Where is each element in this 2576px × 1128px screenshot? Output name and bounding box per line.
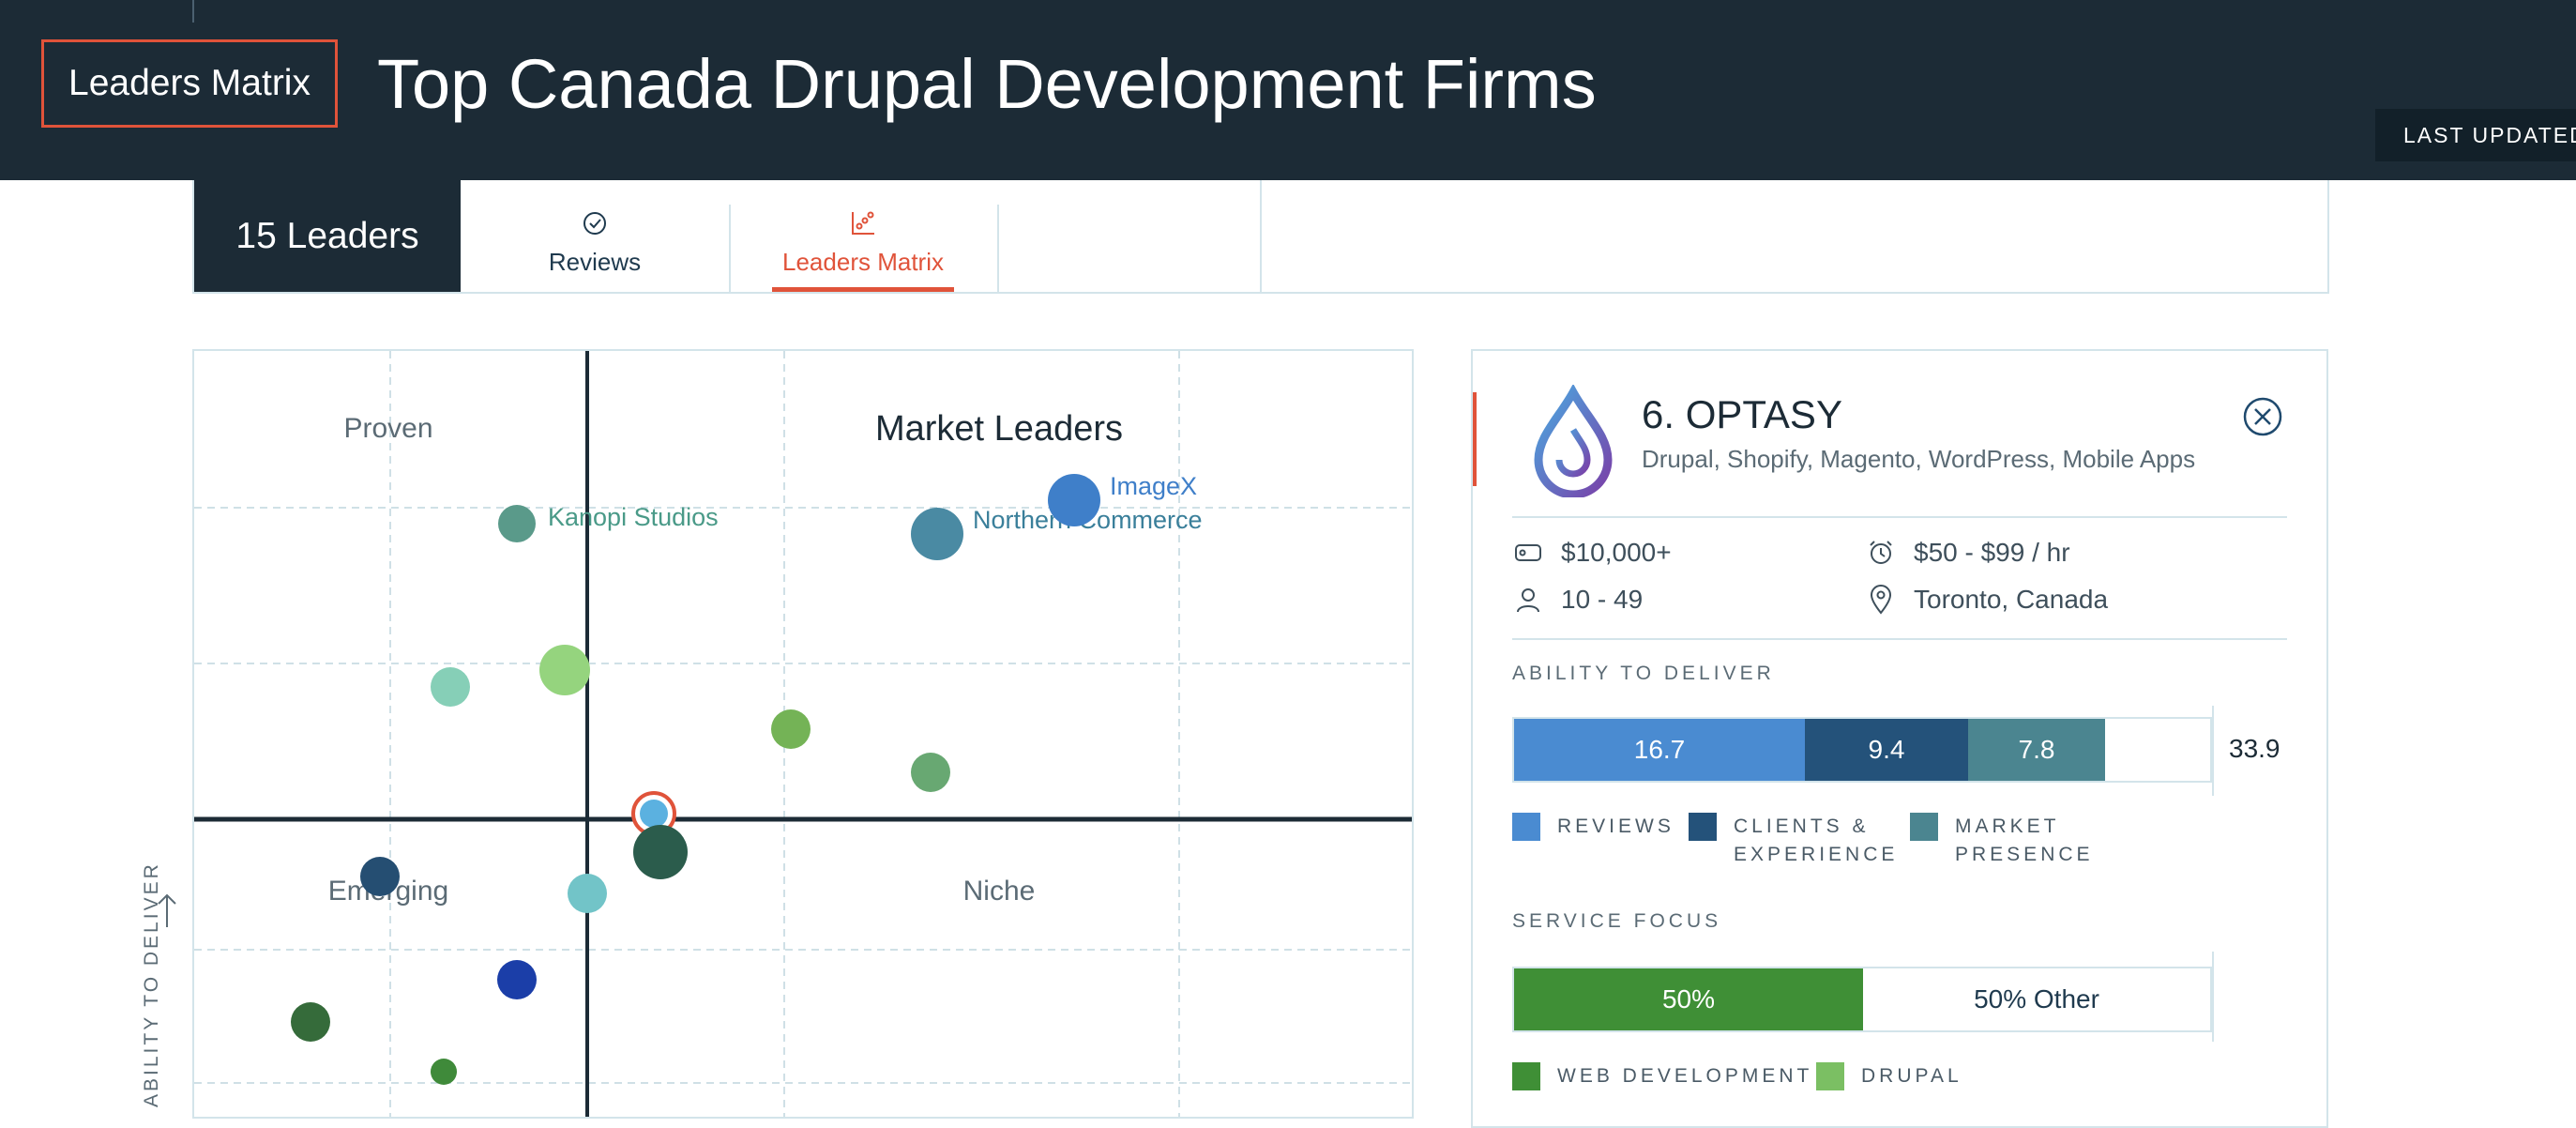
stat-employees-value: 10 - 49: [1561, 585, 1644, 614]
tab-reviews[interactable]: Reviews: [461, 205, 731, 292]
ability-section-title: ABILITY TO DELIVER: [1512, 663, 1775, 684]
leaders-matrix-chart: Proven Market Leaders Emerging Niche Kan…: [192, 349, 1414, 1119]
company-detail-card: 6. OPTASY Drupal, Shopify, Magento, Word…: [1471, 349, 2328, 1128]
service-focus-bar: 50% 50% Other: [1512, 967, 2212, 1032]
focus-section-title: SERVICE FOCUS: [1512, 910, 1722, 932]
ability-bar: 16.7 9.4 7.8: [1512, 717, 2212, 783]
matrix-point[interactable]: [568, 874, 607, 913]
point-label-kanopi-studios[interactable]: Kanopi Studios: [548, 503, 719, 531]
stat-hourly-rate: $50 - $99 / hr: [1865, 537, 2070, 569]
quadrant-market-leaders-label: Market Leaders: [875, 409, 1123, 449]
tab-spacer: [997, 180, 1262, 292]
stat-min-project-value: $10,000+: [1561, 538, 1672, 567]
check-circle-icon: [582, 208, 608, 238]
tab-bar: 15 Leaders Reviews Leaders Matrix: [192, 180, 2329, 294]
legend-market: MARKET PRESENCE: [1910, 813, 2094, 869]
matrix-point[interactable]: [431, 667, 470, 707]
legend-swatch: [1689, 813, 1717, 841]
quadrant-proven-label: Proven: [343, 413, 432, 444]
matrix-point-optasy-selected[interactable]: [640, 800, 668, 828]
optasy-logo: [1534, 385, 1613, 497]
matrix-point[interactable]: [431, 1059, 457, 1085]
matrix-point[interactable]: [633, 825, 688, 879]
user-icon: [1512, 584, 1544, 616]
point-label-imagex[interactable]: ImageX: [1110, 472, 1197, 500]
company-name: 6. OPTASY: [1642, 392, 1842, 436]
legend-swatch: [1910, 813, 1938, 841]
tab-leaders-matrix[interactable]: Leaders Matrix: [729, 205, 999, 292]
legend-web-dev-label: WEB DEVELOPMENT: [1557, 1065, 1813, 1087]
legend-web-development: WEB DEVELOPMENT: [1512, 1062, 1812, 1090]
legend-reviews-label: REVIEWS: [1557, 816, 1674, 837]
focus-web-dev-segment: 50%: [1514, 968, 1863, 1030]
card-accent-bar: [1473, 392, 1477, 486]
matrix-point[interactable]: [911, 753, 950, 792]
header-divider: [192, 0, 194, 23]
ability-total: 33.9: [2229, 734, 2281, 763]
tab-matrix-label: Leaders Matrix: [782, 248, 944, 276]
stat-location-value: Toronto, Canada: [1914, 585, 2109, 614]
tab-leaders-count[interactable]: 15 Leaders: [194, 180, 461, 292]
legend-swatch: [1512, 1062, 1540, 1090]
matrix-point[interactable]: [539, 645, 590, 695]
page-title: Top Canada Drupal Development Firms: [377, 45, 1597, 123]
tab-reviews-label: Reviews: [548, 248, 642, 276]
legend-drupal: DRUPAL: [1816, 1062, 1962, 1090]
scatter-chart-icon: [849, 208, 877, 238]
divider: [1512, 638, 2287, 640]
ability-total-divider: [2212, 706, 2214, 796]
ability-clients-segment: 9.4: [1805, 719, 1968, 781]
matrix-point[interactable]: [360, 857, 400, 896]
alarm-clock-icon: [1865, 537, 1897, 569]
ability-market-segment: 7.8: [1968, 719, 2105, 781]
matrix-point[interactable]: [771, 709, 811, 749]
matrix-point-northern-commerce[interactable]: [911, 508, 963, 560]
legend-reviews: REVIEWS: [1512, 813, 1674, 841]
focus-divider: [2212, 952, 2214, 1042]
last-updated-badge: LAST UPDATED: [2375, 109, 2576, 161]
stat-min-project: $10,000+: [1512, 537, 1672, 569]
active-tab-underline: [772, 287, 954, 292]
price-tag-icon: [1512, 537, 1544, 569]
stat-location: Toronto, Canada: [1865, 584, 2108, 616]
matrix-point[interactable]: [497, 960, 537, 999]
matrix-point[interactable]: [291, 1002, 330, 1042]
legend-clients-label-2: EXPERIENCE: [1734, 844, 1899, 865]
matrix-point-imagex[interactable]: [1048, 474, 1100, 526]
legend-clients: CLIENTS & EXPERIENCE: [1689, 813, 1898, 869]
matrix-point-kanopi-studios[interactable]: [498, 505, 536, 542]
stat-employees: 10 - 49: [1512, 584, 1643, 616]
stat-hourly-rate-value: $50 - $99 / hr: [1914, 538, 2070, 567]
close-icon[interactable]: [2242, 396, 2283, 437]
legend-market-label-1: MARKET: [1955, 816, 2060, 837]
divider: [1512, 516, 2287, 518]
ability-reviews-segment: 16.7: [1514, 719, 1805, 781]
focus-other-segment: 50% Other: [1974, 984, 2099, 1014]
header-bar: Leaders Matrix Top Canada Drupal Develop…: [0, 0, 2576, 180]
y-axis-label: ABILITY TO DELIVER: [141, 861, 162, 1107]
legend-swatch: [1512, 813, 1540, 841]
leaders-matrix-badge: Leaders Matrix: [41, 39, 338, 128]
legend-swatch: [1816, 1062, 1844, 1090]
location-pin-icon: [1865, 584, 1897, 616]
matrix-svg: Proven Market Leaders Emerging Niche Kan…: [194, 351, 1412, 1117]
legend-clients-label-1: CLIENTS &: [1734, 816, 1870, 837]
legend-drupal-label: DRUPAL: [1861, 1065, 1962, 1087]
legend-market-label-2: PRESENCE: [1955, 844, 2094, 865]
company-services: Drupal, Shopify, Magento, WordPress, Mob…: [1642, 445, 2196, 473]
quadrant-niche-label: Niche: [963, 876, 1036, 907]
